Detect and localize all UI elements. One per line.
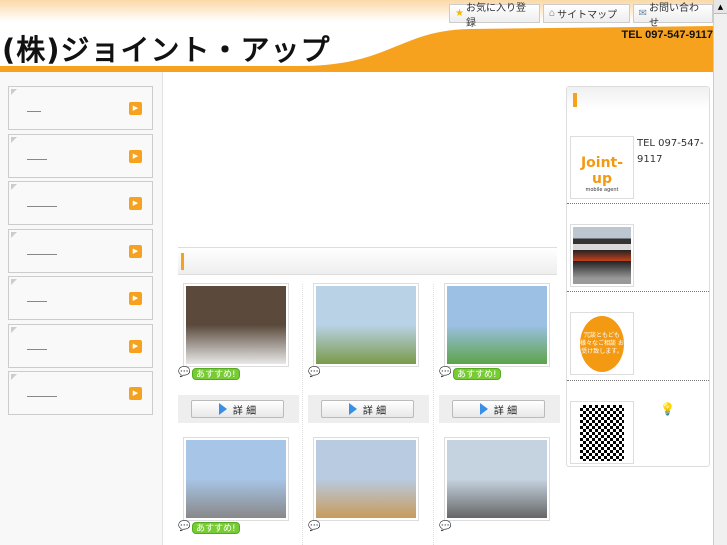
arrow-right-icon: ▶ (129, 245, 142, 258)
detail-label: 詳 細 (493, 405, 518, 417)
arrow-right-icon: ▶ (129, 387, 142, 400)
company-section: Joint-up mobile agent TEL 097-547-9117 (567, 110, 709, 204)
recommend-badge: あすすめ! (192, 368, 240, 380)
play-icon (348, 403, 357, 415)
arrow-right-icon: ▶ (129, 150, 142, 163)
qr-section: 💡 (567, 381, 709, 466)
property-photo[interactable] (183, 437, 289, 521)
company-logo[interactable]: Joint-up mobile agent (570, 136, 634, 199)
sidebar-item[interactable]: ▶ (8, 134, 153, 178)
contact-button[interactable]: ✉ お問い合わせ (632, 3, 713, 29)
property-photo[interactable] (313, 437, 419, 521)
property-photo[interactable] (313, 283, 419, 367)
site-logo[interactable]: (株)ジョイント・アップ (2, 27, 331, 69)
detail-label: 詳 細 (362, 405, 387, 417)
detail-label: 詳 細 (232, 405, 257, 417)
sidebar-item[interactable]: ▶ (8, 324, 153, 368)
right-tel: TEL 097-547-9117 (637, 138, 704, 165)
mail-icon: ✉ (638, 8, 647, 19)
sidebar-item[interactable]: ▶ (8, 371, 153, 415)
star-icon: ★ (455, 8, 464, 19)
right-sidebar-header (567, 87, 709, 110)
comment-icon: 💬 (308, 521, 321, 532)
arrow-right-icon: ▶ (129, 340, 142, 353)
store-photo[interactable] (570, 224, 634, 287)
property-photo[interactable] (183, 283, 289, 367)
comment-icon: 💬 (439, 521, 452, 532)
comment-icon: 💬 (178, 521, 191, 532)
sitemap-icon: ⌂ (548, 8, 556, 19)
add-favorite-button[interactable]: ★ お気に入り登録 (449, 3, 540, 29)
scroll-up-button[interactable]: ▲ (714, 0, 727, 14)
detail-button[interactable]: 詳 細 (191, 400, 284, 418)
sidebar-item[interactable]: ▶ (8, 229, 153, 273)
site-header: (株)ジョイント・アップ TEL 097-547-9117 ★ お気に入り登録 ⌂… (0, 0, 713, 72)
property-photo[interactable] (444, 437, 550, 521)
sidebar-item[interactable]: ▶ (8, 181, 153, 225)
play-icon (218, 403, 227, 415)
sidebar-item[interactable]: ▶ (8, 86, 153, 130)
detail-button[interactable]: 詳 細 (452, 400, 545, 418)
comment-icon: 💬 (308, 367, 321, 378)
qr-code[interactable] (570, 401, 634, 464)
banner-section: 冗談ともども 様々なご相談 お受け致します。 (567, 292, 709, 381)
add-favorite-label: お気に入り登録 (465, 2, 526, 29)
arrow-right-icon: ▶ (129, 102, 142, 115)
comment-icon: 💬 (178, 367, 191, 378)
main-content: 💬 あすすめ! 詳 細 💬 詳 細 💬 あすすめ! 詳 細 💬 あすすめ! 💬 … (163, 72, 563, 545)
sitemap-label: サイトマップ (557, 10, 618, 21)
detail-button[interactable]: 詳 細 (321, 400, 414, 418)
recommend-badge: あすすめ! (192, 522, 240, 534)
sidebar-item[interactable]: ▶ (8, 276, 153, 320)
section-header (178, 247, 557, 275)
lightbulb-icon: 💡 (660, 402, 675, 416)
header-tel: TEL 097-547-9117 (621, 29, 713, 41)
sitemap-button[interactable]: ⌂ サイトマップ (542, 4, 630, 23)
property-photo[interactable] (444, 283, 550, 367)
recommend-badge: あすすめ! (453, 368, 501, 380)
left-sidebar: ▶ ▶ ▶ ▶ ▶ ▶ ▶ (0, 72, 163, 545)
play-icon (479, 403, 488, 415)
logo-text: Joint-up (580, 155, 624, 187)
consult-banner[interactable]: 冗談ともども 様々なご相談 お受け致します。 (570, 312, 634, 375)
logo-subtext: mobile agent (585, 187, 619, 193)
arrow-right-icon: ▶ (129, 292, 142, 305)
store-section (567, 204, 709, 292)
arrow-right-icon: ▶ (129, 197, 142, 210)
banner-text: 冗談ともども 様々なご相談 お受け致します。 (580, 316, 624, 372)
contact-label: お問い合わせ (648, 2, 699, 29)
right-sidebar: Joint-up mobile agent TEL 097-547-9117 冗… (566, 86, 710, 467)
vertical-scrollbar[interactable]: ▲ (713, 0, 727, 545)
comment-icon: 💬 (439, 367, 452, 378)
